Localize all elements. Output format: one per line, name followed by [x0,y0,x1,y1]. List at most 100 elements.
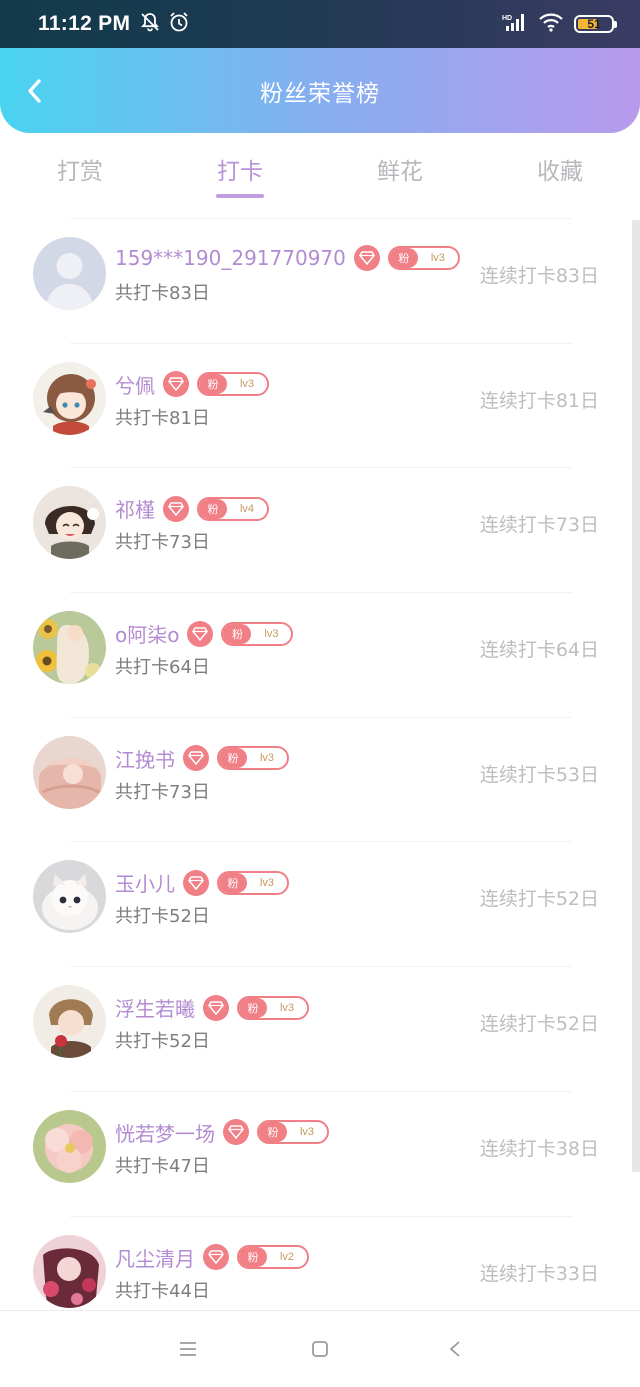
fan-level-badge: 粉 lv3 [197,372,269,397]
wifi-icon [538,12,564,36]
list-item[interactable]: 兮佩 粉 lv3 共打卡81日 连续打卡81日 [33,342,599,468]
fan-name[interactable]: 江挽书 [115,744,175,773]
streak-checkins: 连续打卡33日 [479,1262,599,1285]
avatar [33,1109,106,1183]
fan-name[interactable]: 兮佩 [115,370,155,399]
fan-level-badge: 粉 lv4 [197,496,269,521]
total-checkins: 共打卡47日 [115,1155,210,1177]
tab-flowers[interactable]: 鲜花 [320,140,480,206]
diamond-icon [183,869,209,896]
tab-active-indicator [216,194,264,198]
fan-level-badge: 粉 lv3 [387,246,460,270]
tab-label: 收藏 [537,159,583,185]
list-item[interactable]: 浮生若曦 粉 lv3 共打卡52日 连续打卡52日 [33,966,599,1091]
fan-list: 159***190_291770970 粉 lv3 共打卡83日 连续打卡83日 … [0,218,632,1310]
streak-checkins: 连续打卡83日 [479,265,599,287]
scrollbar[interactable] [632,220,640,1172]
fan-name[interactable]: 浮生若曦 [115,993,195,1022]
diamond-icon [163,495,189,522]
streak-checkins: 连续打卡53日 [479,763,599,786]
list-item[interactable]: o阿柒o 粉 lv3 共打卡64日 连续打卡64日 [33,592,599,717]
tab-label: 鲜花 [377,159,423,185]
avatar [33,860,106,934]
badge-level: lv4 [239,502,255,515]
hd-signal-icon: HD [502,12,528,36]
fan-name[interactable]: o阿柒o [115,619,179,648]
total-checkins: 共打卡81日 [115,407,210,429]
badge-prefix: 粉 [199,374,227,395]
chevron-left-icon [28,79,41,103]
badge-level: lv3 [259,752,275,765]
status-time: 11:12 PM [38,12,131,35]
total-checkins: 共打卡64日 [115,657,210,679]
status-bar: 11:12 PM HD 51 [0,0,640,48]
badge-level: lv3 [239,378,255,391]
badge-level: lv3 [259,876,275,889]
fan-name[interactable]: 凡尘清月 [115,1243,195,1272]
battery-level: 51 [587,17,601,31]
avatar [33,735,106,809]
fan-name[interactable]: 159***190_291770970 [115,246,346,270]
fan-level-badge: 粉 lv3 [221,621,294,646]
total-checkins: 共打卡52日 [115,1031,210,1053]
battery-icon: 51 [574,15,617,33]
home-square-icon[interactable] [308,1337,332,1361]
badge-prefix: 粉 [199,498,227,519]
avatar [33,237,106,310]
menu-icon[interactable] [176,1337,200,1361]
fan-name[interactable]: 玉小儿 [115,868,175,897]
header-bar: 粉丝荣誉榜 [0,48,640,133]
total-checkins: 共打卡52日 [115,906,210,928]
streak-checkins: 连续打卡38日 [479,1137,599,1160]
streak-checkins: 连续打卡52日 [479,888,599,911]
back-triangle-icon[interactable] [443,1337,467,1361]
badge-prefix: 粉 [239,997,267,1018]
total-checkins: 共打卡83日 [115,283,210,304]
fan-level-badge: 粉 lv3 [217,870,289,895]
badge-level: lv2 [279,1251,295,1263]
badge-prefix: 粉 [219,872,247,893]
diamond-icon [163,371,189,398]
fan-level-badge: 粉 lv3 [217,746,289,771]
list-item[interactable]: 祁槿 粉 lv4 共打卡73日 连续打卡73日 [33,467,599,592]
diamond-icon [223,1119,249,1146]
tab-bar: 打赏 打卡 鲜花 收藏 [0,140,640,206]
avatar [33,361,106,435]
total-checkins: 共打卡73日 [115,532,210,554]
tab-reward[interactable]: 打赏 [0,140,160,206]
badge-prefix: 粉 [223,623,252,644]
total-checkins: 共打卡44日 [115,1280,210,1302]
badge-level: lv3 [264,627,279,640]
tab-label: 打卡 [217,159,263,185]
fan-level-badge: 粉 lv3 [237,995,309,1020]
badge-prefix: 粉 [219,748,247,769]
fan-level-badge: 粉 lv2 [237,1245,309,1269]
badge-prefix: 粉 [389,248,418,268]
badge-prefix: 粉 [239,1247,267,1267]
tab-label: 打赏 [57,159,103,185]
page-title: 粉丝荣誉榜 [260,80,380,107]
badge-level: lv3 [299,1126,315,1139]
mute-bell-icon [140,12,160,36]
streak-checkins: 连续打卡73日 [479,514,599,537]
avatar [33,611,106,685]
list-item[interactable]: 恍若梦一场 粉 lv3 共打卡47日 连续打卡38日 [33,1090,599,1216]
list-item[interactable]: 凡尘清月 粉 lv2 共打卡44日 连续打卡33日 [33,1215,599,1311]
avatar [33,486,106,560]
streak-checkins: 连续打卡64日 [479,639,599,662]
back-button[interactable] [18,74,52,108]
avatar [33,1234,106,1308]
fan-name[interactable]: 恍若梦一场 [115,1118,215,1147]
fan-name[interactable]: 祁槿 [115,494,155,523]
diamond-icon [183,745,209,772]
badge-level: lv3 [279,1001,295,1014]
tab-checkin[interactable]: 打卡 [160,140,320,206]
list-item[interactable]: 159***190_291770970 粉 lv3 共打卡83日 连续打卡83日 [33,218,599,343]
streak-checkins: 连续打卡81日 [479,389,599,412]
list-item[interactable]: 玉小儿 粉 lv3 共打卡52日 连续打卡52日 [33,841,599,966]
badge-level: lv3 [430,252,445,264]
list-item[interactable]: 江挽书 粉 lv3 共打卡73日 连续打卡53日 [33,716,599,842]
diamond-icon [187,620,214,647]
streak-checkins: 连续打卡52日 [479,1013,599,1036]
tab-favorites[interactable]: 收藏 [480,140,640,206]
